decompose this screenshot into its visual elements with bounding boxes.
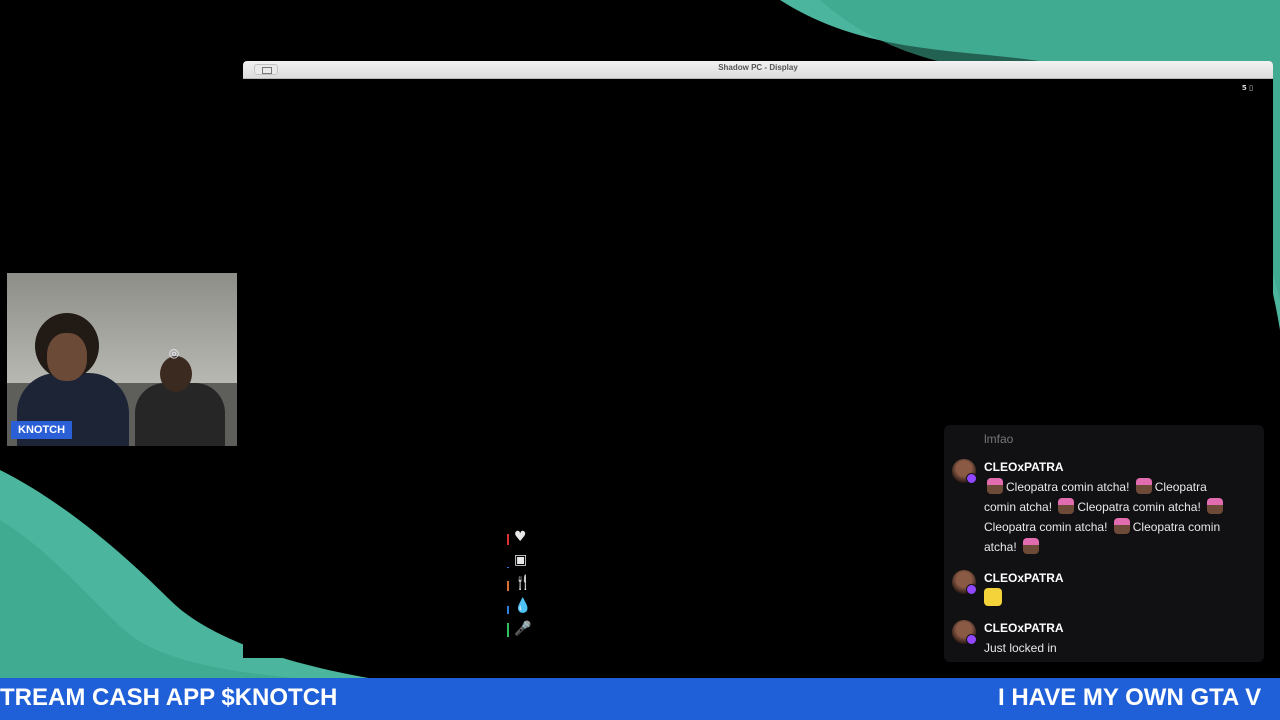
chat-text-segment: atcha!: [984, 540, 1017, 554]
window-status-indicator: 5 ▯: [1241, 84, 1253, 92]
hud-voice-bar: [507, 623, 509, 637]
webcam-name-label: KNOTCH: [11, 421, 73, 439]
chat-message-text: Cleopatra comin atcha! Cleopatra comin a…: [984, 477, 1246, 557]
pikachu-emote-icon: [984, 588, 1002, 606]
hud-hunger-bar: [507, 581, 509, 591]
cleopatra-emote-icon: [1058, 498, 1075, 514]
ticker-text-right: I HAVE MY OWN GTA V: [998, 684, 1262, 711]
chat-message-text: [984, 588, 1246, 612]
hud-health-row: ♥: [505, 528, 535, 551]
cleopatra-emote-icon: [1207, 498, 1224, 514]
chat-text-segment: comin atcha!: [984, 500, 1053, 514]
chat-faded-message: lmfao: [984, 432, 1014, 446]
hud-armor-row: ▣: [505, 551, 535, 574]
cleopatra-emote-icon: [1135, 478, 1152, 494]
hud-health-bar: [507, 534, 509, 545]
guest-head: [160, 356, 192, 392]
game-hud-status-column: ♥ ▣ 🍴 💧 🎤: [505, 528, 535, 643]
cleopatra-emote-icon: [1023, 538, 1040, 554]
hud-hunger-row: 🍴: [505, 574, 535, 597]
hud-thirst-bar: [507, 606, 509, 614]
water-drop-icon: 💧: [514, 598, 532, 614]
hud-thirst-row: 💧: [505, 597, 535, 620]
chat-text-segment: Cleopatra: [1154, 480, 1207, 494]
scrolling-ticker-banner: TREAM CASH APP $KNOTCH I HAVE MY OWN GTA…: [0, 678, 1280, 720]
subscriber-badge-icon: [966, 634, 977, 645]
subscriber-badge-icon: [966, 473, 977, 484]
chat-username: CLEOxPATRA: [984, 460, 1064, 474]
chat-text-segment: Cleopatra comin: [1132, 520, 1221, 534]
guest-figure: [135, 383, 225, 446]
window-titlebar: Shadow PC - Display: [243, 61, 1273, 79]
armor-vest-icon: ▣: [514, 552, 528, 568]
chat-text-segment: Cleopatra comin atcha!: [1077, 500, 1201, 514]
heart-icon: ♥: [514, 529, 527, 545]
hud-armor-bar: [507, 567, 509, 568]
chat-text-segment: Cleopatra comin atcha!: [984, 520, 1108, 534]
chat-text-segment: Cleopatra comin atcha!: [1006, 480, 1130, 494]
window-title: Shadow PC - Display: [718, 63, 798, 72]
chat-username: CLEOxPATRA: [984, 621, 1064, 635]
microphone-icon: 🎤: [514, 621, 532, 637]
chat-username: CLEOxPATRA: [984, 571, 1064, 585]
fork-knife-icon: 🍴: [514, 575, 532, 591]
hud-voice-row: 🎤: [505, 620, 535, 643]
chat-message-text: Just locked in: [984, 641, 1057, 655]
streamer-face: [47, 333, 87, 381]
cleopatra-emote-icon: [987, 478, 1003, 494]
ticker-text-left: TREAM CASH APP $KNOTCH: [0, 684, 338, 711]
subscriber-badge-icon: [966, 584, 977, 595]
chat-overlay: lmfao CLEOxPATRA Cleopatra comin atcha! …: [944, 425, 1264, 662]
wall-logo-icon: ◎: [168, 346, 180, 360]
webcam-feed: ◎ KNOTCH: [7, 273, 237, 446]
cleopatra-emote-icon: [1113, 518, 1130, 534]
